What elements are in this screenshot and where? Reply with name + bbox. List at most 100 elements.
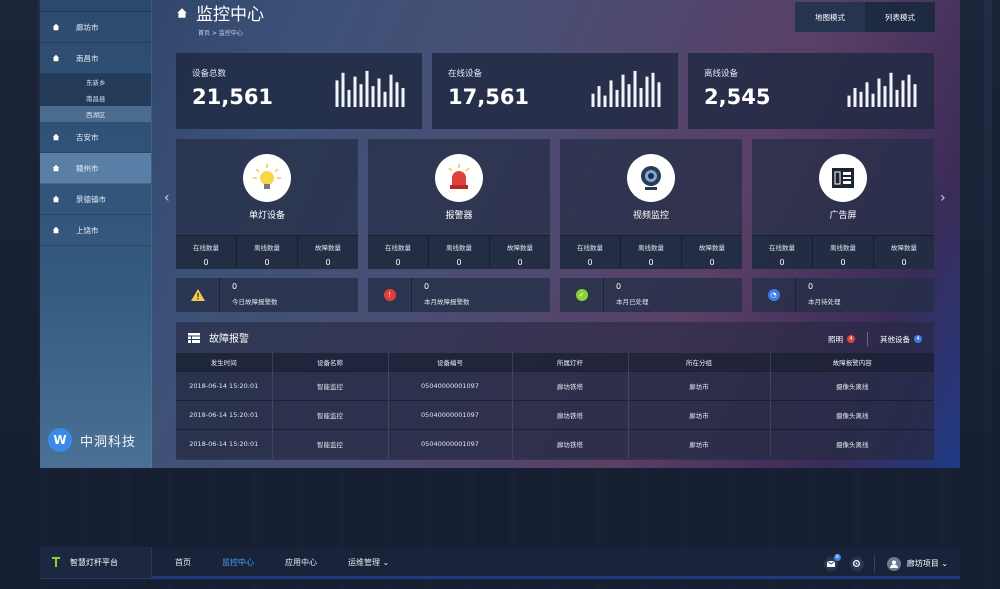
tab-label: 照明 xyxy=(828,334,843,344)
table-icon xyxy=(188,332,200,343)
user-menu[interactable]: 廊坊项目 ⌄ xyxy=(907,558,948,569)
alert-value: 0 xyxy=(808,282,814,291)
table-header-row: 发生时间 设备名称 设备编号 所属灯杆 所在分组 故障报警内容 xyxy=(176,353,934,371)
nav-ops[interactable]: 运维管理 ⌄ xyxy=(348,557,389,568)
top-nav-bar: 智慧灯杆平台 首页 监控中心 应用中心 运维管理 ⌄ 8 廊坊项目 ⌄ xyxy=(40,546,960,579)
stat-card-offline: 离线设备 2,545 xyxy=(688,53,934,129)
nav-right-tools: 8 廊坊项目 ⌄ xyxy=(812,548,948,579)
sidebar-item-shangrao[interactable]: 上饶市 xyxy=(40,215,151,246)
sidebar-subitem[interactable]: 南昌县 xyxy=(40,90,151,106)
count-value: 0 xyxy=(840,258,846,267)
alert-today[interactable]: 0 今日故障报警数 xyxy=(176,278,358,312)
device-card-screen[interactable]: 广告屏 在线数量 0 离线数量 0 故障数量 0 xyxy=(752,139,934,269)
spark-bar xyxy=(883,86,887,107)
device-counts: 在线数量 0 离线数量 0 故障数量 0 xyxy=(560,235,742,269)
fault-tabs: 照明 4 其他设备 4 xyxy=(828,332,922,346)
alert-label: 本月已处理 xyxy=(616,298,649,306)
sidebar-subitem-active[interactable]: 西湖区 xyxy=(40,106,151,122)
device-card-lamp[interactable]: 单灯设备 在线数量 0 离线数量 0 故障数量 0 xyxy=(176,139,358,269)
column-header: 所属灯杆 xyxy=(512,353,629,371)
home-icon xyxy=(52,195,60,203)
stat-value: 17,561 xyxy=(448,85,530,109)
nav-monitor-center[interactable]: 监控中心 xyxy=(222,557,254,568)
tab-other-devices[interactable]: 其他设备 4 xyxy=(880,334,922,345)
count-badge: 4 xyxy=(847,335,855,343)
tab-lighting[interactable]: 照明 4 xyxy=(828,334,855,345)
spark-bar xyxy=(365,70,369,107)
sidebar-item-label: 廊坊市 xyxy=(76,22,99,32)
count-label: 在线数量 xyxy=(769,244,795,252)
table-cell: 05040000001097 xyxy=(388,370,513,400)
avatar-icon[interactable] xyxy=(886,556,901,571)
fault-title: 故障报警 xyxy=(209,334,249,345)
device-card-camera[interactable]: 视频监控 在线数量 0 离线数量 0 故障数量 0 xyxy=(560,139,742,269)
home-icon xyxy=(52,54,60,62)
alert-handled[interactable]: ✓ 0 本月已处理 xyxy=(560,278,742,312)
count-value: 0 xyxy=(901,258,907,267)
count-value: 0 xyxy=(648,258,654,267)
device-name: 单灯设备 xyxy=(248,211,285,221)
home-icon xyxy=(52,133,60,141)
table-cell: 廊坊铁塔 xyxy=(512,399,629,429)
table-row[interactable]: 2018-06-14 15:20:01 智能监控 05040000001097 … xyxy=(176,370,934,400)
spark-bar xyxy=(657,82,661,107)
map-mode-button[interactable]: 地图模式 xyxy=(795,2,865,32)
sidebar-item-ganzhou[interactable]: 赣州市 xyxy=(40,153,151,184)
settings-gear-icon[interactable] xyxy=(849,556,864,571)
count-value: 0 xyxy=(395,258,401,267)
table-row[interactable]: 2018-06-14 15:20:01 智能监控 05040000001097 … xyxy=(176,399,934,429)
spark-bar xyxy=(913,84,917,107)
carousel-next-icon[interactable]: › xyxy=(940,190,946,206)
divider xyxy=(873,554,875,573)
spark-bar xyxy=(853,88,857,107)
sidebar-item-langfang[interactable]: 廊坊市 xyxy=(40,12,151,43)
carousel-prev-icon[interactable]: ‹ xyxy=(164,190,170,206)
fault-table: 发生时间 设备名称 设备编号 所属灯杆 所在分组 故障报警内容 2018-06-… xyxy=(176,353,934,458)
sidebar-item-nanchang[interactable]: 南昌市 xyxy=(40,43,151,74)
nav-home[interactable]: 首页 xyxy=(175,557,191,568)
stat-label: 设备总数 xyxy=(192,69,227,79)
table-cell: 摄像头离线 xyxy=(770,428,934,458)
sidebar-item-jian[interactable]: 吉安市 xyxy=(40,122,151,153)
bulb-icon xyxy=(243,154,291,202)
platform-brand[interactable]: 智慧灯杆平台 xyxy=(40,546,152,578)
stat-label: 离线设备 xyxy=(704,69,739,79)
list-mode-button[interactable]: 列表模式 xyxy=(865,2,935,32)
alert-pending[interactable]: ◔ 0 本月待处理 xyxy=(752,278,934,312)
spark-bar xyxy=(871,93,875,107)
count-label: 故障数量 xyxy=(507,244,533,252)
table-cell: 摄像头离线 xyxy=(770,399,934,429)
spark-bar xyxy=(889,72,893,107)
alert-month[interactable]: ! 0 本月故障报警数 xyxy=(368,278,550,312)
sidebar-subitem[interactable]: 东新乡 xyxy=(40,74,151,90)
table-cell: 2018-06-14 15:20:01 xyxy=(176,399,273,429)
device-name: 视频监控 xyxy=(632,211,669,221)
spark-bar xyxy=(335,80,339,107)
device-card-alarm[interactable]: 报警器 在线数量 0 离线数量 0 故障数量 0 xyxy=(368,139,550,269)
message-icon[interactable]: 8 xyxy=(823,553,841,571)
sparkline-bars xyxy=(591,70,661,107)
clock-icon: ◔ xyxy=(767,289,780,301)
sidebar-item-jingdezhen[interactable]: 景德镇市 xyxy=(40,184,151,215)
table-cell: 廊坊铁塔 xyxy=(512,428,629,458)
breadcrumb: 首页 > 监控中心 xyxy=(198,30,243,37)
table-row[interactable]: 2018-06-14 15:20:01 智能监控 05040000001097 … xyxy=(176,428,934,458)
divider xyxy=(867,332,868,346)
device-name: 广告屏 xyxy=(829,211,857,221)
spark-bar xyxy=(651,72,655,107)
spark-bar xyxy=(401,88,405,107)
spark-bar xyxy=(347,89,351,107)
sidebar-item-top[interactable] xyxy=(40,0,151,12)
spark-bar xyxy=(895,89,899,107)
spark-bar xyxy=(341,72,345,107)
table-cell: 智能监控 xyxy=(272,428,389,458)
count-label: 在线数量 xyxy=(577,244,603,252)
nav-app-center[interactable]: 应用中心 xyxy=(285,557,317,568)
home-icon xyxy=(52,226,60,234)
sparkline-bars xyxy=(847,72,917,107)
spark-bar xyxy=(383,91,387,107)
alert-label: 本月待处理 xyxy=(808,298,841,306)
stat-card-total: 设备总数 21,561 xyxy=(176,53,422,129)
spark-bar xyxy=(627,84,631,107)
stat-value: 21,561 xyxy=(192,85,274,109)
